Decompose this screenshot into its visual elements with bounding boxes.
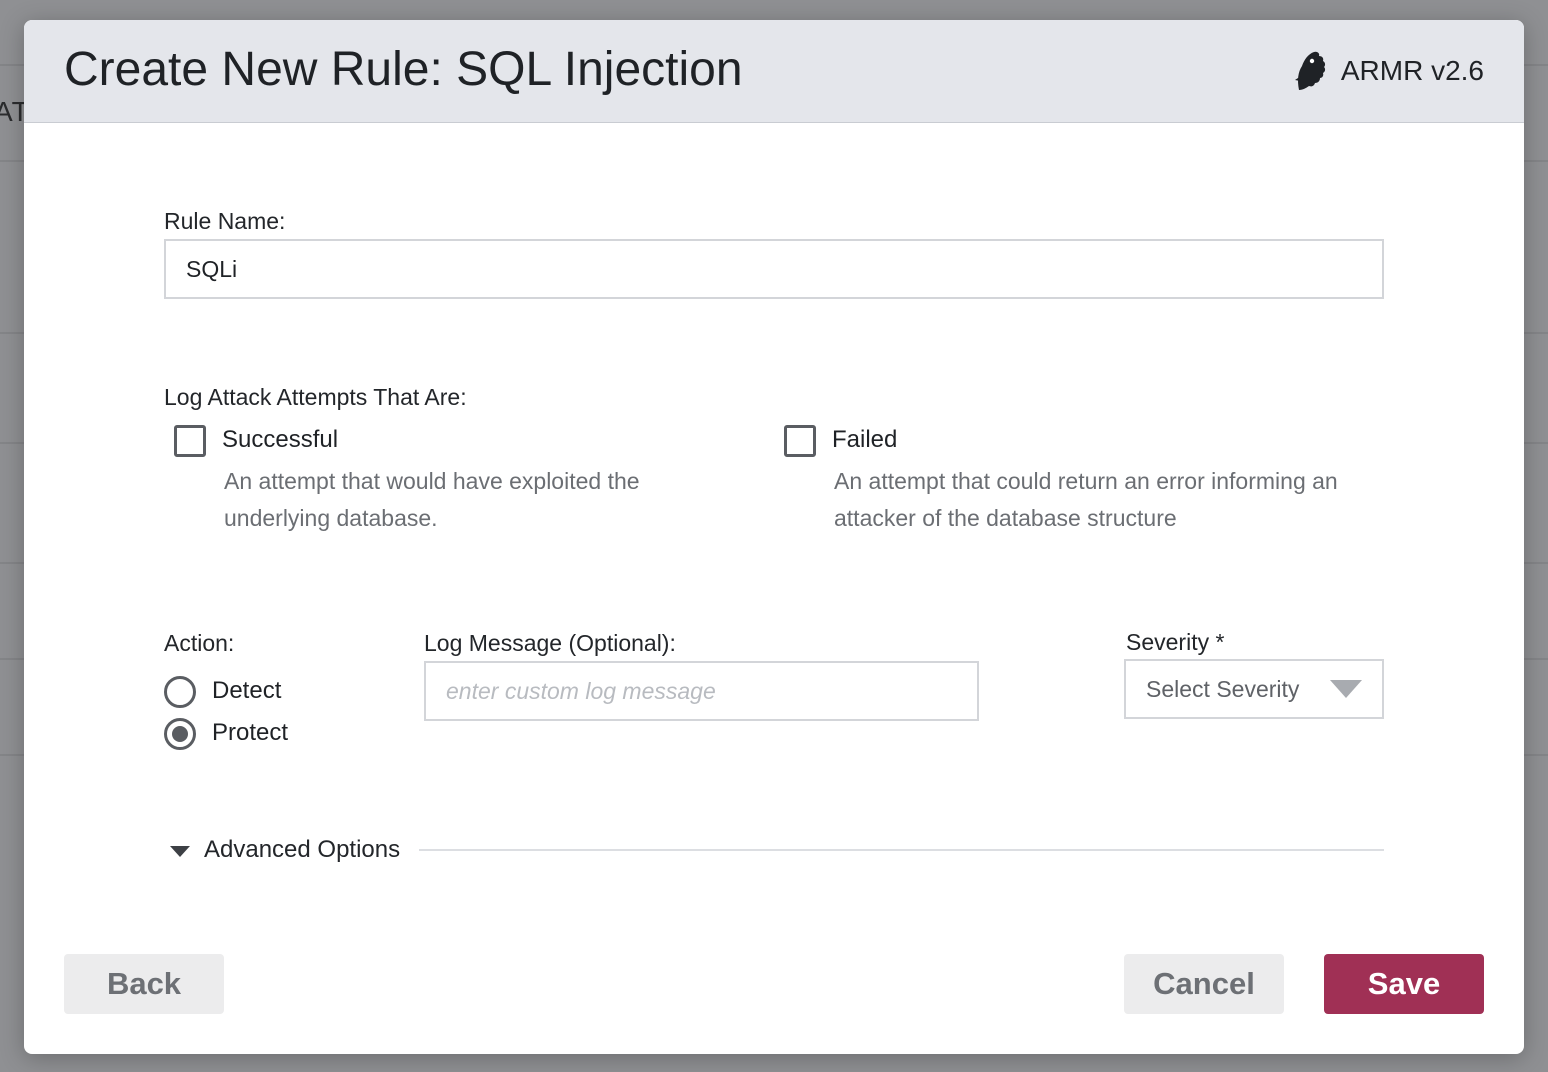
caret-down-icon xyxy=(1330,680,1362,698)
brand: ARMR v2.6 xyxy=(1293,50,1484,92)
detect-label: Detect xyxy=(212,677,282,704)
back-button[interactable]: Back xyxy=(64,954,224,1014)
severity-label: Severity * xyxy=(1126,629,1225,655)
dialog-header: Create New Rule: SQL Injection ARMR v2.6 xyxy=(24,20,1524,123)
failed-description: An attempt that could return an error in… xyxy=(834,468,1338,531)
action-label: Action: xyxy=(164,630,235,656)
dialog-title: Create New Rule: SQL Injection xyxy=(64,43,743,96)
log-message-input[interactable] xyxy=(424,661,979,721)
save-button[interactable]: Save xyxy=(1324,954,1484,1014)
rule-name-label: Rule Name: xyxy=(164,208,286,234)
cancel-button[interactable]: Cancel xyxy=(1124,954,1284,1014)
rule-name-input[interactable] xyxy=(164,239,1384,299)
severity-select[interactable]: Select Severity xyxy=(1124,659,1384,719)
caret-down-icon[interactable] xyxy=(170,846,190,857)
log-message-label: Log Message (Optional): xyxy=(424,630,676,656)
successful-label: Successful xyxy=(222,426,339,453)
bird-head-icon xyxy=(1294,51,1325,90)
successful-checkbox[interactable] xyxy=(174,425,206,457)
protect-radio[interactable] xyxy=(164,718,196,750)
log-attempts-label: Log Attack Attempts That Are: xyxy=(164,384,467,410)
advanced-options-divider xyxy=(419,849,1384,851)
create-rule-dialog: Create New Rule: SQL Injection ARMR v2.6… xyxy=(24,20,1524,1054)
successful-description: An attempt that would have exploited the… xyxy=(224,468,640,531)
severity-selected-value: Select Severity xyxy=(1146,675,1300,702)
failed-label: Failed xyxy=(832,426,898,453)
failed-checkbox[interactable] xyxy=(784,425,816,457)
advanced-options-toggle[interactable]: Advanced Options xyxy=(204,836,400,864)
detect-radio[interactable] xyxy=(164,676,196,708)
protect-label: Protect xyxy=(212,719,289,746)
brand-name: ARMR v2.6 xyxy=(1340,55,1484,86)
